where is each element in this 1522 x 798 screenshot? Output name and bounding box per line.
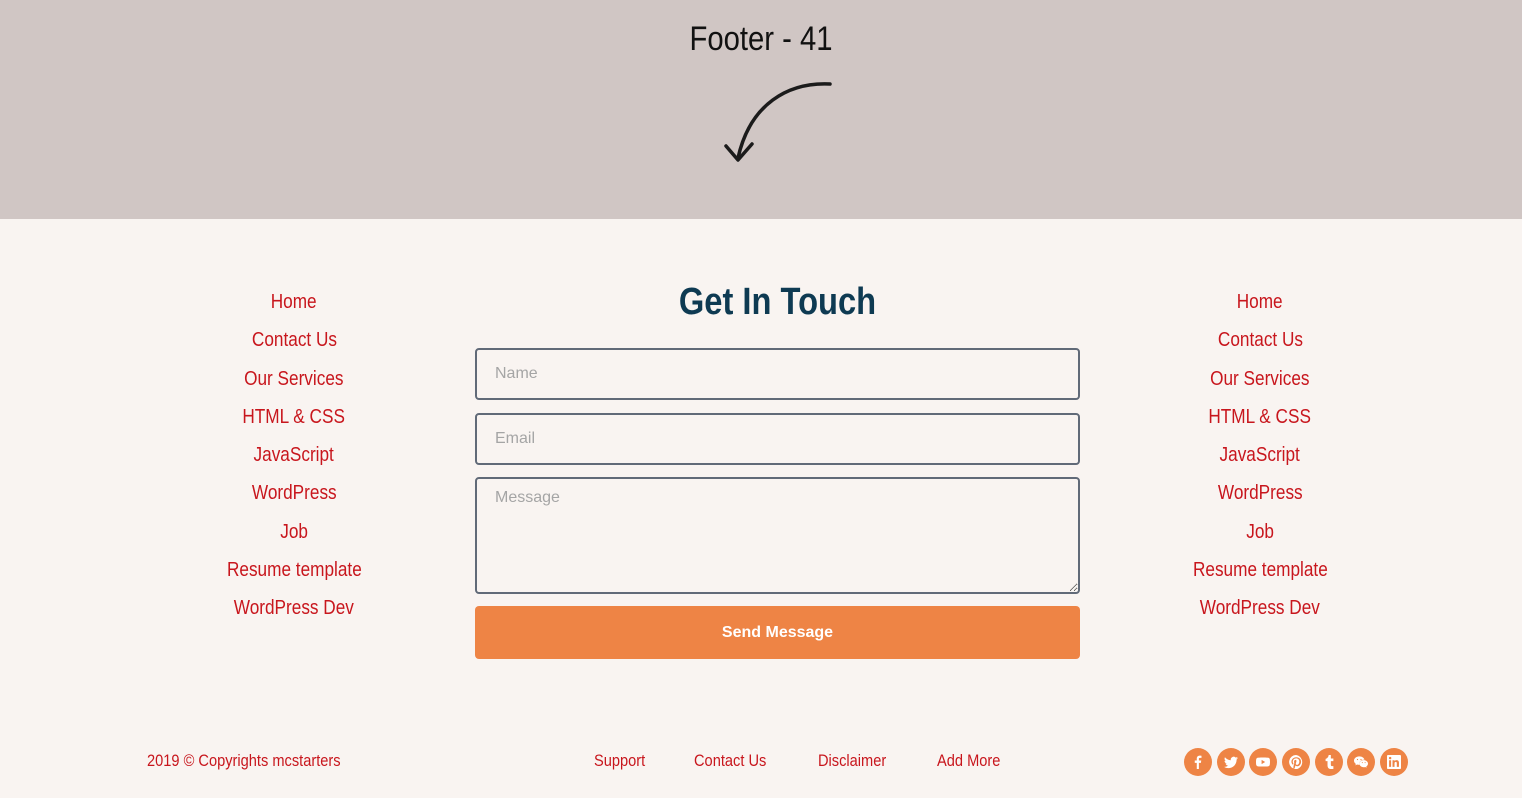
left-link-home[interactable]: Home [271,287,317,317]
email-field[interactable] [475,413,1080,465]
contact-title: Get In Touch [678,281,877,323]
right-link-list: Home Contact Us Our Services HTML & CSS … [1110,287,1410,632]
bottom-nav: Support Contact Us Disclaimer Add More [594,751,1051,771]
right-link-job[interactable]: Job [1246,517,1274,547]
page-title: Footer - 41 [689,20,833,58]
message-field[interactable] [475,477,1080,594]
left-link-resume-template[interactable]: Resume template [227,555,362,585]
bottom-link-disclaimer[interactable]: Disclaimer [818,751,886,771]
left-link-our-services[interactable]: Our Services [244,364,343,394]
tumblr-icon[interactable] [1314,748,1343,776]
hero-banner: Footer - 41 [0,0,1522,219]
left-link-job[interactable]: Job [280,517,308,547]
facebook-icon[interactable] [1184,748,1212,776]
right-link-our-services[interactable]: Our Services [1210,364,1309,394]
send-message-button[interactable]: Send Message [475,606,1080,659]
bottom-link-contact-us[interactable]: Contact Us [694,751,766,771]
wechat-icon[interactable] [1347,748,1376,776]
twitter-icon[interactable] [1216,748,1245,776]
left-link-html-css[interactable]: HTML & CSS [243,402,346,432]
right-link-wordpress-dev[interactable]: WordPress Dev [1200,593,1320,623]
right-link-html-css[interactable]: HTML & CSS [1209,402,1312,432]
footer: Home Contact Us Our Services HTML & CSS … [0,219,1522,798]
copyright-text: 2019 © Copyrights mcstarters [147,751,341,770]
bottom-link-add-more[interactable]: Add More [937,751,1000,771]
right-link-contact-us[interactable]: Contact Us [1217,325,1302,355]
left-link-list: Home Contact Us Our Services HTML & CSS … [144,287,444,632]
social-links [1184,748,1413,776]
right-link-home[interactable]: Home [1237,287,1283,317]
left-link-javascript[interactable]: JavaScript [254,440,334,470]
bottom-link-support[interactable]: Support [594,751,645,771]
right-link-resume-template[interactable]: Resume template [1193,555,1328,585]
curved-arrow-icon [724,82,832,162]
pinterest-icon[interactable] [1282,748,1311,776]
left-link-wordpress[interactable]: WordPress [252,478,337,508]
youtube-icon[interactable] [1249,748,1278,776]
linkedin-icon[interactable] [1380,748,1409,776]
left-link-contact-us[interactable]: Contact Us [251,325,336,355]
right-link-javascript[interactable]: JavaScript [1220,440,1300,470]
left-link-wordpress-dev[interactable]: WordPress Dev [234,593,354,623]
name-field[interactable] [475,348,1080,400]
right-link-wordpress[interactable]: WordPress [1218,478,1303,508]
